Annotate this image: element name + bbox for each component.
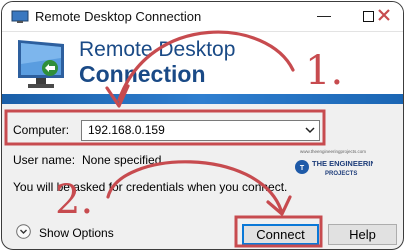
help-button[interactable]: Help [328,224,397,245]
svg-text:T: T [300,165,305,172]
maximize-icon [363,11,374,22]
show-options-chevron-icon[interactable] [16,224,31,239]
show-options-link[interactable]: Show Options [39,226,114,240]
username-label: User name: [13,153,76,167]
computer-input[interactable]: 192.168.0.159 [88,123,165,137]
credentials-note: You will be asked for credentials when y… [13,180,288,194]
computer-combobox[interactable]: 192.168.0.159 [81,120,320,141]
banner-title-line1: Remote Desktop [79,38,236,61]
remote-desktop-app-icon [11,10,29,23]
monitor-icon [18,40,64,88]
chevron-down-icon[interactable] [303,124,317,137]
title-bar[interactable]: Remote Desktop Connection — [2,2,403,32]
banner-title-line2: Connection [79,61,206,87]
connect-button[interactable]: Connect [242,224,319,245]
window-title: Remote Desktop Connection [35,9,202,24]
watermark-brand-line2: PROJECTS [325,171,357,177]
watermark-url: www.theengineeringprojects.com [300,149,366,154]
username-value: None specified [82,153,162,167]
computer-label: Computer: [13,123,70,137]
watermark-brand-line1: THE ENGINEERING [312,159,373,168]
engineering-projects-logo: www.theengineeringprojects.com T THE ENG… [295,149,373,177]
maximize-button[interactable] [346,2,390,31]
banner-accent-strip [2,94,403,104]
remote-desktop-window: Remote Desktop Connection — Remote Deskt… [1,1,404,250]
minimize-button[interactable]: — [302,2,346,31]
